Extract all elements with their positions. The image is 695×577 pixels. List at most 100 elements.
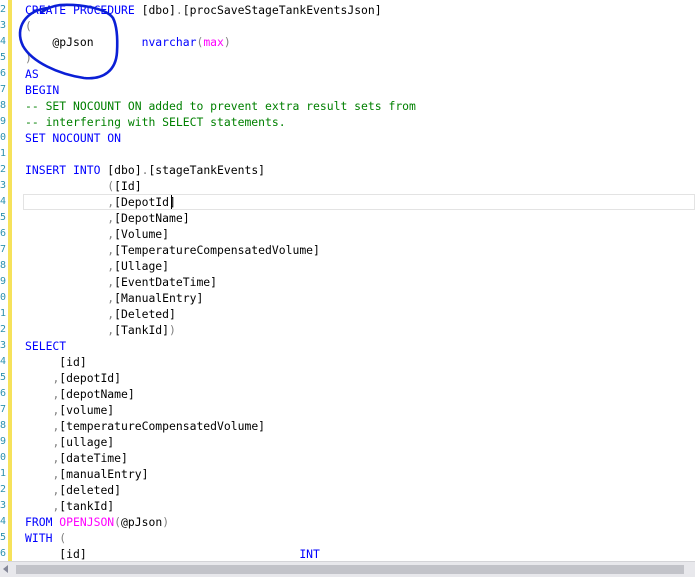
line-number: 3 bbox=[0, 180, 6, 191]
line-number: 7 bbox=[0, 244, 6, 255]
line-number: 5 bbox=[0, 212, 6, 223]
code-token: FROM bbox=[25, 515, 60, 529]
code-token: [id] bbox=[25, 355, 87, 369]
code-line: ( bbox=[25, 18, 32, 34]
line-number: 4 bbox=[0, 196, 6, 207]
code-token: [ManualEntry] bbox=[114, 291, 204, 305]
line-number: 7 bbox=[0, 404, 6, 415]
code-line: ,[DepotId] bbox=[25, 194, 176, 210]
code-line: [id] bbox=[25, 354, 87, 370]
scroll-left-arrow-icon[interactable] bbox=[3, 565, 8, 573]
code-line: AS bbox=[25, 66, 39, 82]
line-number: 2 bbox=[0, 164, 6, 175]
line-number: 1 bbox=[0, 468, 6, 479]
code-token: [id] bbox=[25, 547, 300, 561]
line-number: 4 bbox=[0, 36, 6, 47]
code-line: ,[TemperatureCompensatedVolume] bbox=[25, 242, 320, 258]
code-line: ,[EventDateTime] bbox=[25, 274, 217, 290]
code-token: -- SET NOCOUNT ON added to prevent extra… bbox=[25, 99, 416, 113]
code-line: -- interfering with SELECT statements. bbox=[25, 114, 286, 130]
line-number: 0 bbox=[0, 132, 6, 143]
code-line: ([Id] bbox=[25, 178, 141, 194]
line-number: 4 bbox=[0, 516, 6, 527]
line-number: 3 bbox=[0, 340, 6, 351]
code-token: @pJson bbox=[25, 35, 142, 49]
line-number: 7 bbox=[0, 84, 6, 95]
code-token: [Ullage] bbox=[114, 259, 170, 273]
code-token: -- interfering with SELECT statements. bbox=[25, 115, 286, 129]
code-token: [tankId] bbox=[59, 499, 115, 513]
line-number: 6 bbox=[0, 68, 6, 79]
code-line: ,[temperatureCompensatedVolume] bbox=[25, 418, 265, 434]
line-number: 1 bbox=[0, 308, 6, 319]
line-number: 0 bbox=[0, 292, 6, 303]
text-caret bbox=[171, 195, 172, 209]
code-token: [procSaveStageTankEventsJson] bbox=[182, 3, 382, 17]
line-number: 8 bbox=[0, 420, 6, 431]
code-token: ) bbox=[25, 51, 32, 65]
code-line: WITH ( bbox=[25, 530, 66, 546]
line-number: 6 bbox=[0, 548, 6, 559]
code-token: BEGIN bbox=[25, 83, 60, 97]
code-token: [manualEntry] bbox=[59, 467, 149, 481]
code-token: AS bbox=[25, 67, 39, 81]
code-token: nvarchar bbox=[141, 35, 197, 49]
code-line: BEGIN bbox=[25, 82, 59, 98]
code-token: [depotId] bbox=[59, 371, 122, 385]
code-line: ,[Ullage] bbox=[25, 258, 169, 274]
code-line: SELECT bbox=[25, 338, 66, 354]
line-number: 9 bbox=[0, 116, 6, 127]
code-token: [deleted] bbox=[59, 483, 122, 497]
code-line: CREATE PROCEDURE [dbo].[procSaveStageTan… bbox=[25, 2, 382, 18]
code-token: ( bbox=[25, 19, 32, 33]
code-token: CREATE PROCEDURE bbox=[25, 3, 142, 17]
line-number: 8 bbox=[0, 260, 6, 271]
code-token: [DepotId] bbox=[114, 195, 176, 209]
code-token: WITH bbox=[25, 531, 60, 545]
code-line: SET NOCOUNT ON bbox=[25, 130, 121, 146]
code-token: @pJson bbox=[121, 515, 163, 529]
code-token: [dbo] bbox=[107, 163, 142, 177]
code-line: ,[manualEntry] bbox=[25, 466, 148, 482]
code-token: INSERT INTO bbox=[25, 163, 108, 177]
line-number: 5 bbox=[0, 372, 6, 383]
code-token: INT bbox=[299, 547, 320, 561]
horizontal-scrollbar[interactable] bbox=[0, 561, 695, 577]
code-token: [Deleted] bbox=[114, 307, 176, 321]
line-number: 3 bbox=[0, 20, 6, 31]
code-line: ,[volume] bbox=[25, 402, 114, 418]
code-line: ,[DepotName] bbox=[25, 210, 189, 226]
code-line: ,[Volume] bbox=[25, 226, 169, 242]
line-number: 6 bbox=[0, 388, 6, 399]
change-tracking-margin bbox=[8, 0, 12, 561]
code-token: [volume] bbox=[59, 403, 115, 417]
line-number: 2 bbox=[0, 4, 6, 15]
code-token: OPENJSON bbox=[59, 515, 115, 529]
code-token: [TemperatureCompensatedVolume] bbox=[114, 243, 320, 257]
code-token: SET NOCOUNT ON bbox=[25, 131, 122, 145]
code-line: ,[TankId]) bbox=[25, 322, 176, 338]
code-line: ,[ManualEntry] bbox=[25, 290, 203, 306]
code-token: [EventDateTime] bbox=[114, 275, 218, 289]
code-editor[interactable]: CREATE PROCEDURE [dbo].[procSaveStageTan… bbox=[25, 0, 695, 561]
code-token: . bbox=[175, 3, 183, 17]
code-line: ,[Deleted] bbox=[25, 306, 176, 322]
code-token: ) bbox=[169, 323, 176, 337]
scrollbar-thumb[interactable] bbox=[16, 565, 684, 574]
code-line: ,[deleted] bbox=[25, 482, 121, 498]
code-token: ( bbox=[114, 515, 122, 529]
line-number: 8 bbox=[0, 100, 6, 111]
code-token: [stageTankEvents] bbox=[148, 163, 266, 177]
code-token: [Volume] bbox=[114, 227, 170, 241]
